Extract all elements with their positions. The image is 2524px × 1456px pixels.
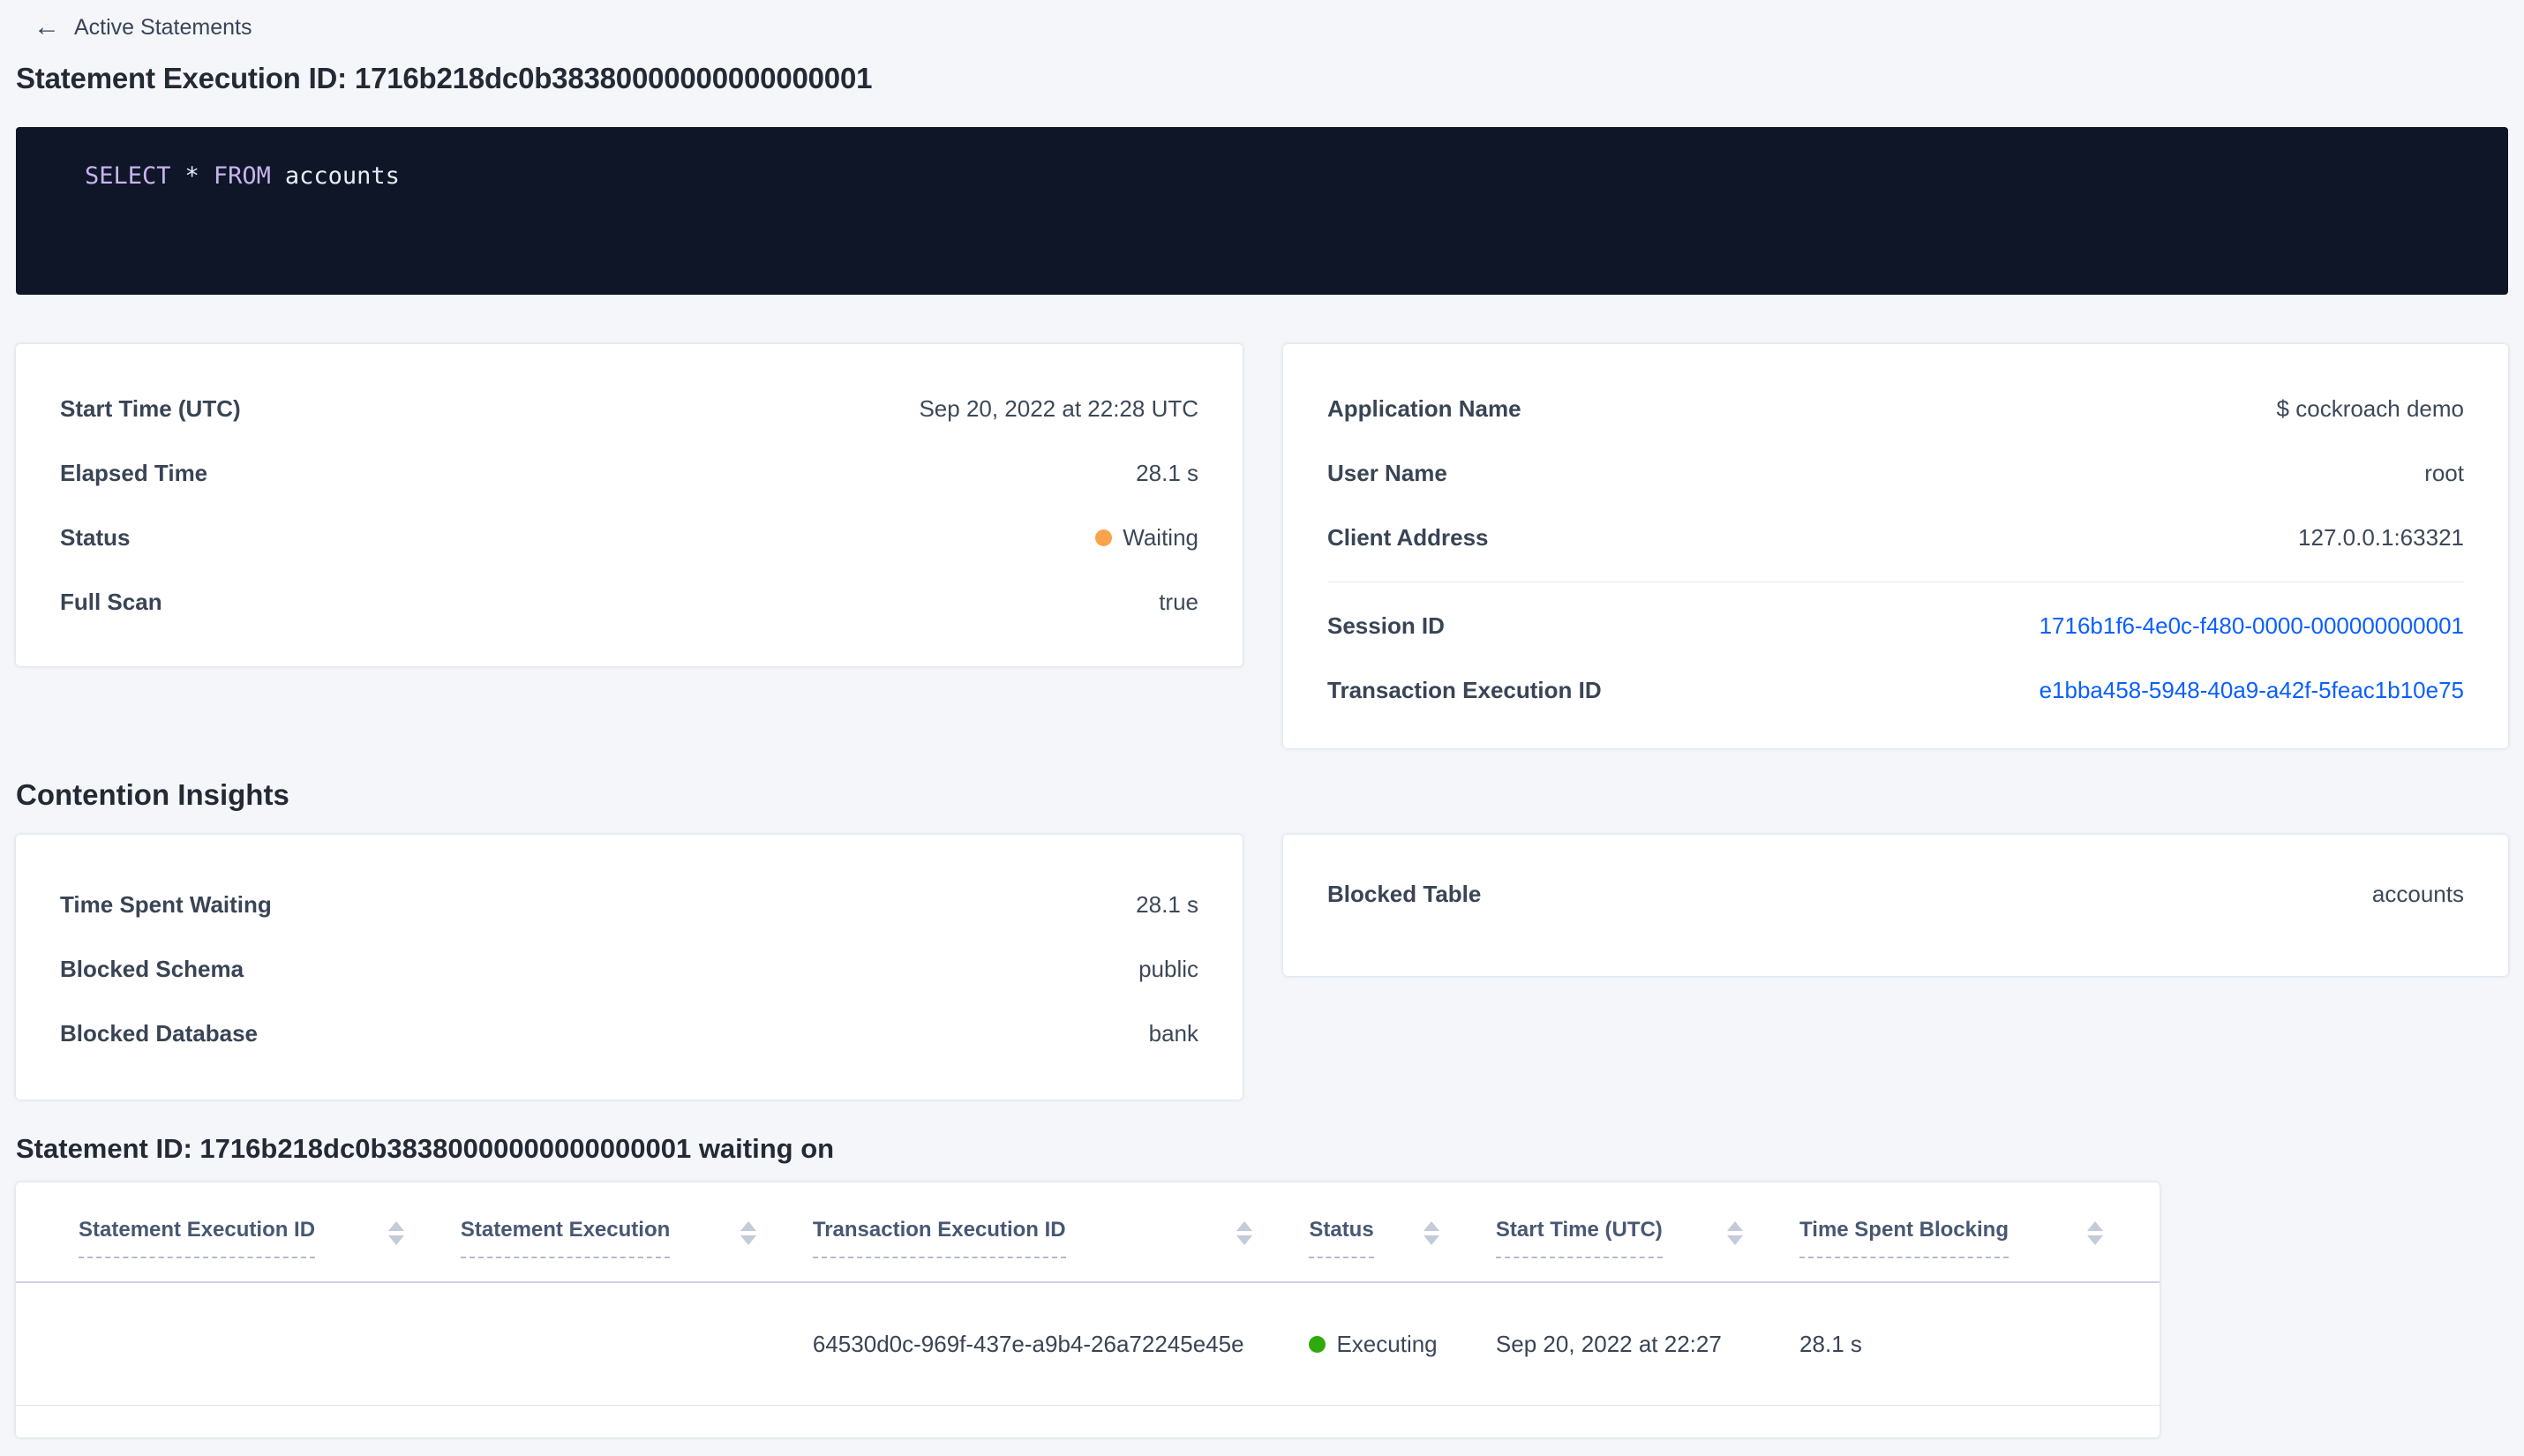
kv-row-blocked-schema: Blocked Schema public xyxy=(60,956,1198,983)
cell-transaction-execution-id: 64530d0c-969f-437e-a9b4-26a72245e45e xyxy=(812,1330,1244,1357)
kv-row-transaction-execution-id: Transaction Execution ID e1bba458-5948-4… xyxy=(1327,677,2464,704)
statement-execution-page: ← Active Statements Statement Execution … xyxy=(0,0,2524,1437)
column-header-time-spent-blocking[interactable]: Time Spent Blocking xyxy=(1799,1220,2160,1281)
overview-card: Start Time (UTC) Sep 20, 2022 at 22:28 U… xyxy=(16,344,1243,666)
column-header-label[interactable]: Transaction Execution ID xyxy=(812,1220,1066,1258)
back-link-label[interactable]: Active Statements xyxy=(74,15,252,41)
application-name-label: Application Name xyxy=(1327,395,1521,422)
kv-row-client-address: Client Address 127.0.0.1:63321 xyxy=(1327,524,2464,552)
kv-row-blocked-database: Blocked Database bank xyxy=(60,1020,1198,1047)
application-name-value: $ cockroach demo xyxy=(2276,395,2464,422)
time-spent-waiting-label: Time Spent Waiting xyxy=(60,891,272,918)
column-header-statement-execution[interactable]: Statement Execution xyxy=(460,1220,813,1281)
user-name-value: root xyxy=(2424,460,2464,486)
kv-row-user-name: User Name root xyxy=(1327,460,2464,487)
status-value: Waiting xyxy=(1123,524,1198,551)
contention-grid: Time Spent Waiting 28.1 s Blocked Schema… xyxy=(16,835,2524,1100)
kv-row-session-id: Session ID 1716b1f6-4e0c-f480-0000-00000… xyxy=(1327,612,2464,640)
cell-status: Executing xyxy=(1309,1331,1495,1358)
back-arrow-icon[interactable]: ← xyxy=(34,14,60,41)
full-scan-label: Full Scan xyxy=(60,589,162,615)
executing-status-text: Executing xyxy=(1336,1330,1438,1357)
page-title: Statement Execution ID: 1716b218dc0b3838… xyxy=(16,62,873,94)
sql-keyword-from: FROM xyxy=(213,162,271,190)
kv-row-status: Status Waiting xyxy=(60,524,1198,552)
sql-table-name: accounts xyxy=(284,162,400,190)
column-header-transaction-execution-id[interactable]: Transaction Execution ID xyxy=(812,1220,1309,1281)
session-card: Application Name $ cockroach demo User N… xyxy=(1283,344,2508,748)
sql-statement: SELECT * FROM accounts xyxy=(85,164,2508,188)
time-spent-waiting-value: 28.1 s xyxy=(1136,891,1198,918)
executing-status-badge: Executing xyxy=(1309,1331,1495,1358)
sort-arrows-icon[interactable] xyxy=(387,1221,404,1245)
executing-status-dot-icon xyxy=(1309,1335,1326,1353)
kv-row-full-scan: Full Scan true xyxy=(60,589,1198,616)
transaction-execution-id-link[interactable]: e1bba458-5948-40a9-a42f-5feac1b10e75 xyxy=(2039,677,2464,704)
kv-row-time-spent-waiting: Time Spent Waiting 28.1 s xyxy=(60,891,1198,919)
table-header-row: Statement Execution ID Statement Executi… xyxy=(16,1182,2160,1283)
cell-start-time: Sep 20, 2022 at 22:27 xyxy=(1495,1330,1722,1357)
column-header-statement-execution-id[interactable]: Statement Execution ID xyxy=(79,1220,461,1281)
table-row: 64530d0c-969f-437e-a9b4-26a72245e45e Exe… xyxy=(16,1283,2160,1406)
status-badge: Waiting xyxy=(1095,524,1198,552)
elapsed-time-value: 28.1 s xyxy=(1136,460,1198,486)
overview-grid: Start Time (UTC) Sep 20, 2022 at 22:28 U… xyxy=(16,344,2524,748)
kv-row-application-name: Application Name $ cockroach demo xyxy=(1327,395,2464,423)
contention-insights-heading: Contention Insights xyxy=(16,778,289,811)
back-link[interactable]: ← Active Statements xyxy=(34,14,2524,41)
contention-details-card: Time Spent Waiting 28.1 s Blocked Schema… xyxy=(16,835,1243,1100)
cell-time-spent-blocking: 28.1 s xyxy=(1799,1330,1862,1357)
session-id-label: Session ID xyxy=(1327,612,1445,639)
client-address-label: Client Address xyxy=(1327,524,1489,551)
start-time-label: Start Time (UTC) xyxy=(60,395,241,422)
kv-row-blocked-table: Blocked Table accounts xyxy=(1327,881,2464,908)
full-scan-value: true xyxy=(1159,589,1198,615)
kv-row-start-time: Start Time (UTC) Sep 20, 2022 at 22:28 U… xyxy=(60,395,1198,423)
waiting-on-table: Statement Execution ID Statement Executi… xyxy=(16,1182,2160,1437)
column-header-label[interactable]: Statement Execution ID xyxy=(79,1220,316,1258)
column-header-label[interactable]: Start Time (UTC) xyxy=(1495,1220,1663,1258)
sort-arrows-icon[interactable] xyxy=(2087,1221,2103,1245)
sql-statement-box: SELECT * FROM accounts xyxy=(16,127,2508,295)
waiting-status-dot-icon xyxy=(1095,529,1113,546)
sort-arrows-icon[interactable] xyxy=(1236,1221,1253,1245)
elapsed-time-label: Elapsed Time xyxy=(60,460,208,486)
column-header-label[interactable]: Status xyxy=(1309,1220,1374,1258)
start-time-value: Sep 20, 2022 at 22:28 UTC xyxy=(919,395,1198,422)
column-header-label[interactable]: Time Spent Blocking xyxy=(1799,1220,2009,1258)
session-id-link[interactable]: 1716b1f6-4e0c-f480-0000-000000000001 xyxy=(2039,612,2464,640)
sort-arrows-icon[interactable] xyxy=(740,1221,756,1245)
blocked-table-value: accounts xyxy=(2371,881,2464,907)
blocked-database-label: Blocked Database xyxy=(60,1020,258,1047)
kv-row-elapsed-time: Elapsed Time 28.1 s xyxy=(60,460,1198,487)
user-name-label: User Name xyxy=(1327,460,1447,486)
column-header-label[interactable]: Statement Execution xyxy=(460,1220,671,1258)
status-label: Status xyxy=(60,524,131,551)
blocked-schema-label: Blocked Schema xyxy=(60,956,244,982)
client-address-value: 127.0.0.1:63321 xyxy=(2298,524,2464,551)
blocked-database-value: bank xyxy=(1148,1020,1198,1047)
sql-star: * xyxy=(184,162,199,190)
blocked-table-card: Blocked Table accounts xyxy=(1283,835,2508,976)
sort-arrows-icon[interactable] xyxy=(1423,1221,1439,1245)
blocked-table-label: Blocked Table xyxy=(1327,881,1482,907)
sort-arrows-icon[interactable] xyxy=(1727,1221,1744,1245)
sql-keyword-select: SELECT xyxy=(85,162,171,190)
waiting-on-heading: Statement ID: 1716b218dc0b38380000000000… xyxy=(16,1133,835,1164)
transaction-execution-id-label: Transaction Execution ID xyxy=(1327,677,1602,703)
column-header-start-time[interactable]: Start Time (UTC) xyxy=(1495,1220,1799,1281)
blocked-schema-value: public xyxy=(1138,956,1198,982)
column-header-status[interactable]: Status xyxy=(1309,1220,1496,1281)
